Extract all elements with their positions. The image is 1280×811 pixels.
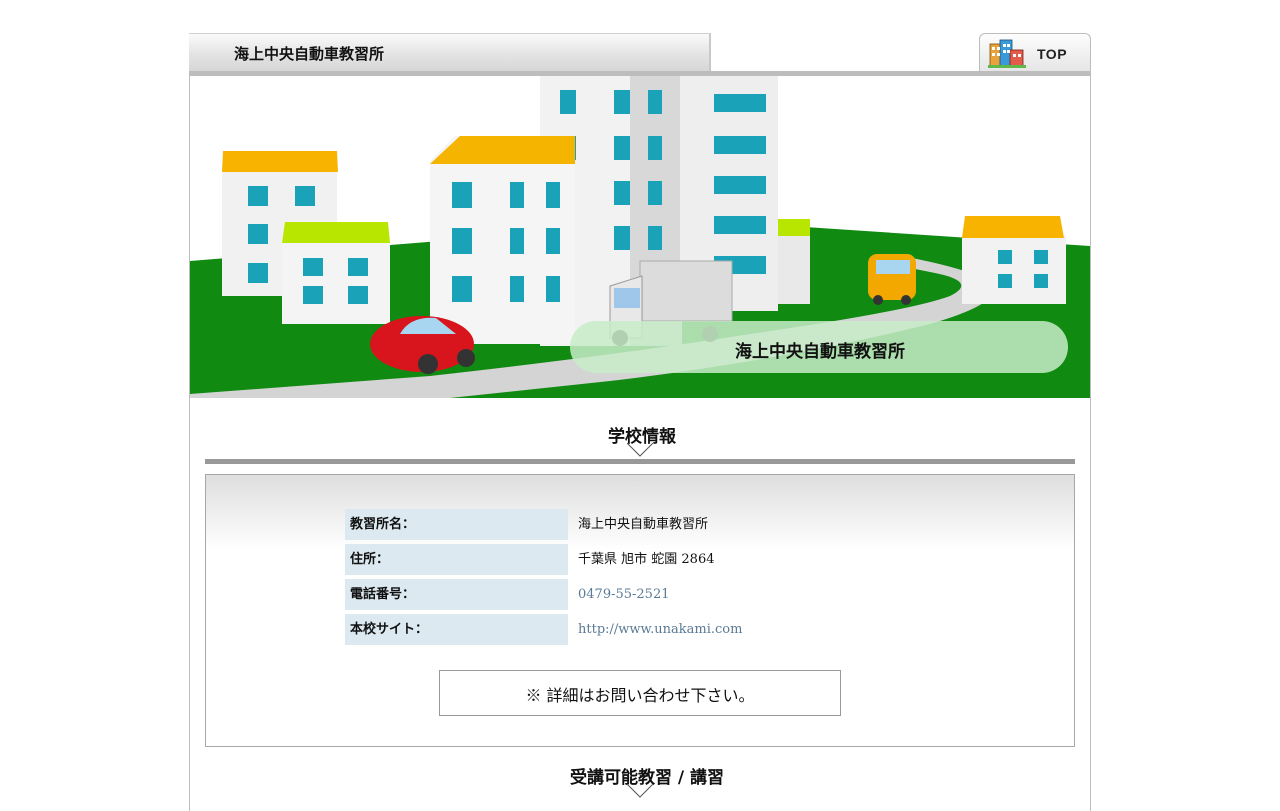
contact-note: ※ 詳細はお問い合わせ下さい。	[525, 686, 755, 705]
header-bar: 海上中央自動車教習所	[189, 33, 711, 72]
info-row-phone: 電話番号： 0479-55-2521	[345, 579, 845, 610]
site-title: 海上中央自動車教習所	[234, 45, 385, 63]
buildings-icon	[988, 39, 1026, 68]
chevron-down-icon	[627, 784, 653, 798]
info-label: 電話番号：	[345, 579, 568, 610]
top-button-label: TOP	[1037, 46, 1068, 62]
hero-caption: 海上中央自動車教習所	[735, 342, 905, 362]
info-label: 教習所名：	[345, 509, 568, 540]
section-divider	[205, 459, 1075, 464]
website-link[interactable]: http://www.unakami.com	[578, 614, 742, 645]
info-label: 本校サイト：	[345, 614, 568, 645]
info-label: 住所：	[345, 544, 568, 575]
top-button[interactable]: TOP	[979, 33, 1091, 71]
info-row-name: 教習所名： 海上中央自動車教習所	[345, 509, 845, 540]
contact-note-box: ※ 詳細はお問い合わせ下さい。	[439, 670, 841, 716]
info-row-website: 本校サイト： http://www.unakami.com	[345, 614, 845, 645]
chevron-down-icon	[627, 443, 653, 457]
info-row-address: 住所： 千葉県 旭市 蛇園 2864	[345, 544, 845, 575]
info-value: 海上中央自動車教習所	[578, 517, 709, 532]
phone-link[interactable]: 0479-55-2521	[578, 579, 670, 610]
info-value: 千葉県 旭市 蛇園 2864	[578, 552, 715, 567]
